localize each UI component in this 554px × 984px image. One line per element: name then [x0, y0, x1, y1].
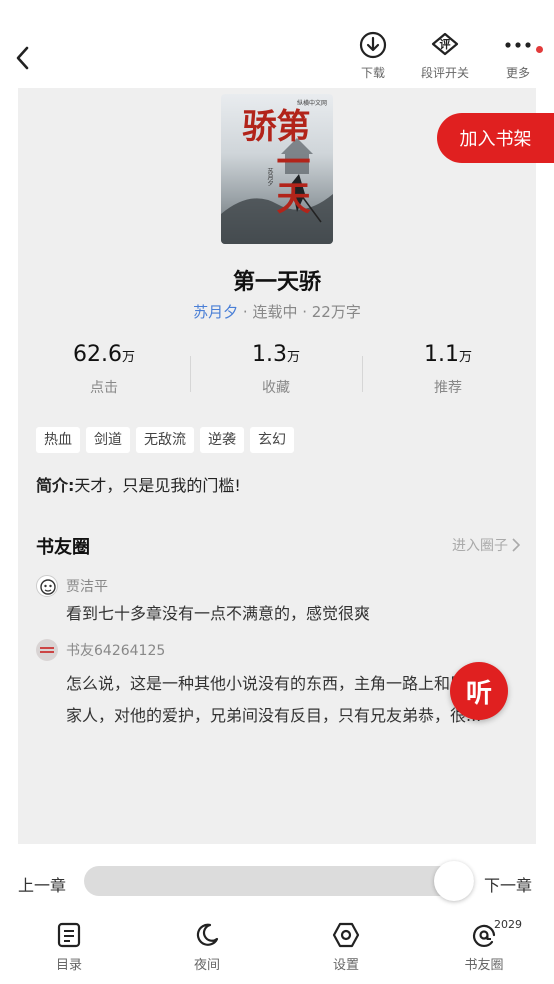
back-button[interactable] [10, 42, 34, 74]
comment-toggle-icon: 评 [430, 30, 460, 60]
stat-favorites-unit: 万 [286, 350, 300, 365]
moon-icon [192, 920, 222, 950]
comment-toggle-label: 段评开关 [420, 66, 469, 80]
book-detail-page: 下载 评 段评开关 更多 纵横中文网 第一天骄 苏月夕 第一天骄 苏月夕 · 连… [0, 0, 554, 984]
download-icon [358, 30, 388, 60]
book-status: · 连载中 · 22万字 [238, 303, 361, 321]
tag-list: 热血 剑道 无敌流 逆袭 玄幻 [36, 427, 294, 453]
tag-item[interactable]: 玄幻 [250, 427, 294, 453]
post-user: 贾洁平 [36, 575, 526, 597]
cover-author: 苏月夕 [266, 168, 273, 186]
book-meta: 苏月夕 · 连载中 · 22万字 [18, 301, 536, 322]
book-cover[interactable]: 纵横中文网 第一天骄 苏月夕 [221, 94, 333, 244]
tag-item[interactable]: 热血 [36, 427, 80, 453]
post-text-line: 家人，对他的爱护，兄弟间没有反目，只有兄友弟恭，很... [66, 706, 482, 725]
nav-book-circle[interactable]: 2029 书友圈 [444, 918, 524, 973]
enter-circle-label: 进入圈子 [452, 538, 508, 554]
stat-recommend-value: 1.1 [423, 342, 459, 367]
more-button[interactable]: 更多 [483, 30, 553, 86]
book-title: 第一天骄 [232, 270, 321, 295]
circle-post[interactable]: 贾洁平 看到七十多章没有一点不满意的，感觉很爽 [36, 575, 526, 629]
post-username: 贾洁平 [66, 579, 108, 595]
nav-book-circle-label: 书友圈 [464, 958, 504, 973]
post-user: 书友64264125 [36, 639, 526, 661]
more-icon [503, 30, 533, 60]
download-button[interactable]: 下载 [338, 30, 408, 86]
comment-toggle-glyph: 评 [439, 38, 451, 51]
cover-publisher: 纵横中文网 [296, 100, 327, 107]
stat-favorites-value: 1.3 [251, 342, 287, 367]
chevron-right-icon [512, 538, 520, 552]
tag-item[interactable]: 剑道 [86, 427, 130, 453]
notification-dot [536, 46, 543, 53]
prev-chapter-button[interactable]: 上一章 [18, 872, 66, 896]
tag-item[interactable]: 无敌流 [136, 427, 194, 453]
tag-item[interactable]: 逆袭 [200, 427, 244, 453]
intro-label: 简介: [36, 476, 75, 495]
book-circle-title: 书友圈 [36, 537, 90, 558]
book-intro[interactable]: 简介:天才，只是见我的门槛! [36, 472, 241, 496]
post-text: 看到七十多章没有一点不满意的，感觉很爽 [66, 604, 371, 623]
settings-icon [331, 920, 361, 950]
book-info-panel: 纵横中文网 第一天骄 苏月夕 第一天骄 苏月夕 · 连载中 · 22万字 62.… [18, 88, 536, 844]
book-stats: 62.6万 点击 1.3万 收藏 1.1万 推荐 [18, 342, 536, 412]
author-link[interactable]: 苏月夕 [193, 303, 238, 321]
next-chapter-button[interactable]: 下一章 [484, 872, 532, 896]
stat-recommend: 1.1万 推荐 [362, 342, 534, 397]
comment-toggle-button[interactable]: 评 段评开关 [410, 30, 480, 86]
stat-clicks: 62.6万 点击 [18, 342, 190, 397]
stat-clicks-unit: 万 [121, 350, 135, 365]
avatar[interactable] [36, 575, 58, 597]
nav-catalog[interactable]: 目录 [29, 920, 109, 973]
stat-clicks-label: 点击 [90, 380, 118, 396]
more-label: 更多 [505, 66, 530, 80]
add-to-shelf-button[interactable]: 加入书架 [437, 113, 554, 163]
nav-settings-label: 设置 [332, 958, 359, 973]
chevron-left-icon [16, 46, 29, 70]
stat-favorites: 1.3万 收藏 [190, 342, 362, 397]
post-username: 书友64264125 [66, 643, 166, 659]
stat-favorites-label: 收藏 [262, 380, 290, 396]
listen-button[interactable]: 听 [450, 662, 508, 720]
book-circle-badge: 2029 [494, 918, 522, 931]
intro-text: 天才，只是见我的门槛! [74, 476, 241, 495]
stat-recommend-label: 推荐 [434, 380, 462, 396]
nav-night-label: 夜间 [193, 958, 220, 973]
reader-toolbar: 上一章 下一章 目录 夜间 设置 2029 书友圈 [0, 844, 554, 984]
slider-handle[interactable] [434, 861, 474, 901]
download-label: 下载 [360, 66, 385, 80]
nav-catalog-label: 目录 [55, 958, 82, 973]
stat-clicks-value: 62.6 [73, 342, 122, 367]
top-bar: 下载 评 段评开关 更多 [0, 0, 554, 88]
catalog-icon [54, 920, 84, 950]
chapter-progress-slider[interactable] [84, 866, 474, 896]
avatar[interactable] [36, 639, 58, 661]
nav-night-mode[interactable]: 夜间 [167, 920, 247, 973]
nav-settings[interactable]: 设置 [306, 920, 386, 973]
enter-circle-link[interactable]: 进入圈子 [452, 535, 520, 555]
stat-recommend-unit: 万 [458, 350, 472, 365]
